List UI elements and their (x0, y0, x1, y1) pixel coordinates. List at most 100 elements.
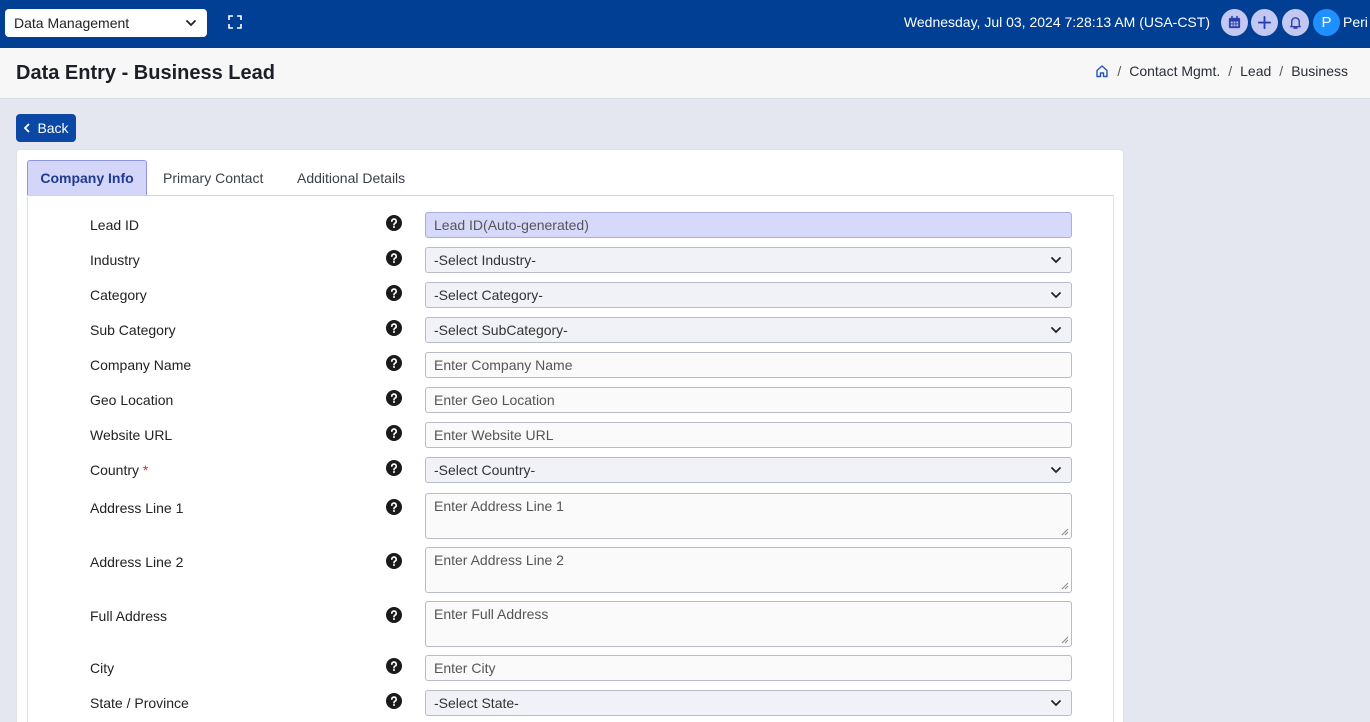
required-marker: * (142, 462, 149, 478)
state-province-select[interactable]: -Select State- (425, 690, 1072, 716)
breadcrumb-item-lead[interactable]: Lead (1240, 63, 1271, 79)
breadcrumb: / Contact Mgmt. / Lead / Business (1095, 63, 1348, 79)
resize-handle-icon[interactable] (1061, 528, 1069, 536)
label-text: Geo Location (90, 392, 174, 408)
chevron-down-icon (1051, 700, 1061, 707)
label-text: City (90, 660, 115, 676)
label-text: Website URL (90, 427, 173, 443)
sub-category-select[interactable]: -Select SubCategory- (425, 317, 1072, 343)
help-icon[interactable] (386, 425, 402, 441)
fullscreen-icon[interactable] (226, 13, 244, 31)
chevron-down-icon (1051, 292, 1061, 299)
lead-id-field[interactable]: Lead ID(Auto-generated) (425, 212, 1072, 238)
help-icon[interactable] (386, 607, 402, 623)
label-text: Company Name (90, 357, 192, 373)
selected-value: -Select SubCategory- (434, 322, 568, 338)
tab-additional-details[interactable]: Additional Details (297, 160, 405, 195)
help-icon[interactable] (386, 320, 402, 336)
label-address-line-1: Address Line 1 (90, 500, 183, 516)
company-info-panel: Lead ID Lead ID(Auto-generated) Industry -S… (27, 195, 1114, 722)
breadcrumb-item-business: Business (1291, 63, 1348, 79)
username[interactable]: Peri (1343, 14, 1368, 30)
help-icon[interactable] (386, 499, 402, 515)
website-url-input[interactable]: Enter Website URL (425, 422, 1072, 448)
selected-value: -Select Category- (434, 287, 543, 303)
resize-handle-icon[interactable] (1061, 636, 1069, 644)
placeholder-text: Enter Company Name (434, 357, 573, 373)
label-text: Sub Category (90, 322, 176, 338)
label-text: Industry (90, 252, 140, 268)
address-line-2-textarea[interactable]: Enter Address Line 2 (425, 547, 1072, 593)
placeholder-text: Enter Geo Location (434, 392, 555, 408)
user-avatar[interactable]: P (1313, 9, 1340, 36)
address-line-1-textarea[interactable]: Enter Address Line 1 (425, 493, 1072, 539)
label-city: City (90, 660, 114, 676)
bell-icon (1290, 17, 1301, 29)
home-icon[interactable] (1095, 64, 1109, 78)
help-icon[interactable] (386, 215, 402, 231)
chevron-down-icon (1051, 257, 1061, 264)
chevron-left-icon (24, 123, 31, 133)
label-lead-id: Lead ID (90, 217, 139, 233)
notifications-button[interactable] (1282, 9, 1309, 36)
tab-primary-contact[interactable]: Primary Contact (163, 160, 263, 195)
company-name-input[interactable]: Enter Company Name (425, 352, 1072, 378)
selected-value: -Select State- (434, 695, 519, 711)
placeholder-text: Enter Full Address (434, 606, 549, 622)
geo-location-input[interactable]: Enter Geo Location (425, 387, 1072, 413)
current-datetime: Wednesday, Jul 03, 2024 7:28:13 AM (USA-… (903, 14, 1210, 30)
resize-handle-icon[interactable] (1061, 582, 1069, 590)
tab-bar: Company Info Primary Contact Additional … (27, 160, 1114, 196)
help-icon[interactable] (386, 553, 402, 569)
full-address-textarea[interactable]: Enter Full Address (425, 601, 1072, 647)
module-select[interactable]: Data Management (5, 9, 207, 37)
help-icon[interactable] (386, 390, 402, 406)
form-card: Company Info Primary Contact Additional … (16, 149, 1124, 722)
selected-value: -Select Industry- (434, 252, 536, 268)
back-button[interactable]: Back (16, 114, 76, 142)
label-industry: Industry (90, 252, 140, 268)
label-address-line-2: Address Line 2 (90, 554, 183, 570)
avatar-initial: P (1321, 14, 1332, 31)
help-icon[interactable] (386, 285, 402, 301)
help-icon[interactable] (386, 460, 402, 476)
label-geo-location: Geo Location (90, 392, 173, 408)
country-select[interactable]: -Select Country- (425, 457, 1072, 483)
label-text: Category (90, 287, 147, 303)
page-header: Data Entry - Business Lead / Contact Mgm… (0, 48, 1370, 99)
breadcrumb-separator: / (1279, 63, 1284, 79)
placeholder-text: Enter City (434, 660, 496, 676)
chevron-down-icon (186, 20, 196, 27)
label-state-province: State / Province (90, 695, 189, 711)
placeholder-text: Enter Website URL (434, 427, 554, 443)
calendar-icon (1228, 15, 1241, 29)
calendar-button[interactable] (1221, 9, 1248, 36)
help-icon[interactable] (386, 693, 402, 709)
plus-icon (1257, 15, 1272, 30)
chevron-down-icon (1051, 467, 1061, 474)
city-input[interactable]: Enter City (425, 655, 1072, 681)
label-category: Category (90, 287, 147, 303)
chevron-down-icon (1051, 327, 1061, 334)
add-button[interactable] (1251, 9, 1278, 36)
breadcrumb-separator: / (1117, 63, 1122, 79)
placeholder-text: Lead ID(Auto-generated) (434, 217, 589, 233)
label-country: Country * (90, 462, 148, 478)
label-text: Address Line 1 (90, 500, 184, 516)
module-select-value: Data Management (14, 15, 130, 31)
selected-value: -Select Country- (434, 462, 536, 478)
label-text: Lead ID (90, 217, 140, 233)
label-company-name: Company Name (90, 357, 191, 373)
breadcrumb-item-contact-mgmt[interactable]: Contact Mgmt. (1129, 63, 1220, 79)
top-bar: Data Management Wednesday, Jul 03, 2024 … (0, 0, 1370, 48)
industry-select[interactable]: -Select Industry- (425, 247, 1072, 273)
help-icon[interactable] (386, 250, 402, 266)
label-website-url: Website URL (90, 427, 172, 443)
category-select[interactable]: -Select Category- (425, 282, 1072, 308)
label-sub-category: Sub Category (90, 322, 176, 338)
label-text: State / Province (90, 695, 189, 711)
help-icon[interactable] (386, 658, 402, 674)
page-title: Data Entry - Business Lead (16, 62, 275, 84)
help-icon[interactable] (386, 355, 402, 371)
tab-company-info[interactable]: Company Info (27, 160, 147, 195)
